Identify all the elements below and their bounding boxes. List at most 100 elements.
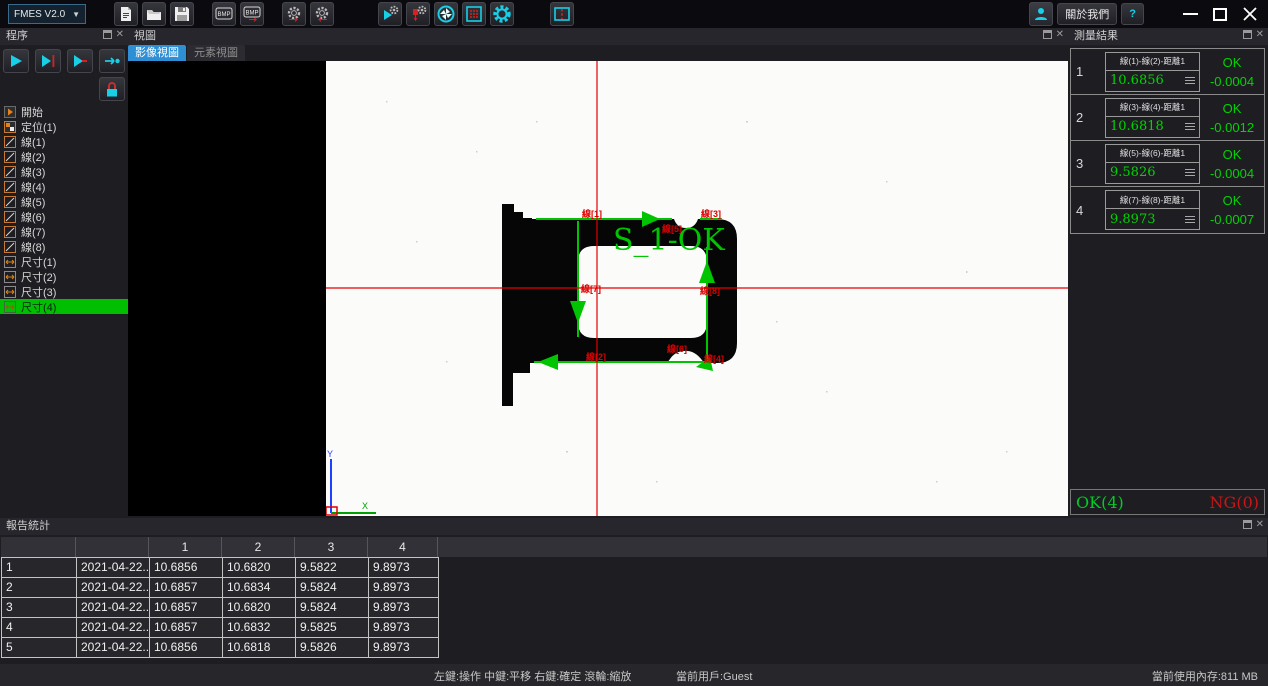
tree-item-line-4[interactable]: 線(4) xyxy=(0,179,128,194)
close-panel-icon[interactable]: ✕ xyxy=(1256,30,1264,39)
result-row[interactable]: 2 線(3)-線(4)-距離1 10.6818 OK -0.0012 xyxy=(1071,95,1264,141)
status-badge: OK xyxy=(1223,147,1242,162)
col-header-2[interactable]: 2 xyxy=(222,537,295,557)
camera-button[interactable] xyxy=(434,2,458,26)
float-panel-icon[interactable] xyxy=(1043,30,1052,39)
col-header-3[interactable]: 3 xyxy=(295,537,368,557)
row-menu-icon[interactable] xyxy=(1185,77,1195,84)
table-row[interactable]: 52021-04-22... 10.685610.6818 9.58269.89… xyxy=(2,638,439,658)
maximize-button[interactable] xyxy=(1206,3,1234,25)
program-panel: 程序 ✕ 開始 定位(1) 線(1) xyxy=(0,28,128,518)
result-row[interactable]: 3 線(5)-線(6)-距離1 9.5826 OK -0.0004 xyxy=(1071,141,1264,187)
help-button[interactable]: ? xyxy=(1121,3,1144,25)
tree-item-line-1[interactable]: 線(1) xyxy=(0,134,128,149)
measurement-name: 線(5)-線(6)-距離1 xyxy=(1106,145,1199,163)
open-file-button[interactable] xyxy=(142,2,166,26)
app-version-dropdown[interactable]: FMES V2.0 ▼ xyxy=(8,4,86,24)
report-panel-header: 報告統計 ✕ xyxy=(0,518,1268,535)
table-row[interactable]: 22021-04-22... 10.685710.6834 9.58249.89… xyxy=(2,578,439,598)
close-panel-icon[interactable]: ✕ xyxy=(1256,520,1264,529)
result-row[interactable]: 1 線(1)-線(2)-距離1 10.6856 OK -0.0004 xyxy=(1071,49,1264,95)
run-button[interactable] xyxy=(3,49,29,73)
status-badge: OK xyxy=(1223,193,1242,208)
load-bmp-button[interactable]: BMP xyxy=(212,2,236,26)
import-params-button[interactable] xyxy=(282,2,306,26)
image-viewport[interactable]: 線[1] 線[2] 線[3] 線[4] 線[5] 線[6] 線[7] 線[8] … xyxy=(128,61,1068,516)
tree-item-dimension-2[interactable]: 尺寸(2) xyxy=(0,269,128,284)
tool-settings-button[interactable] xyxy=(406,2,430,26)
svg-text:BMP: BMP xyxy=(245,11,258,17)
tree-item-locate-1[interactable]: 定位(1) xyxy=(0,119,128,134)
tab-element-view[interactable]: 元素視圖 xyxy=(187,45,245,61)
status-badge: OK xyxy=(1223,101,1242,116)
table-row[interactable]: 12021-04-22... 10.685610.6820 9.58229.89… xyxy=(2,558,439,578)
line-label-3: 線[3] xyxy=(701,208,721,219)
line-tool-icon xyxy=(4,181,16,193)
calibration-board-icon xyxy=(465,5,483,23)
save-bmp-button[interactable]: BMP xyxy=(240,2,264,26)
export-params-icon xyxy=(314,6,330,22)
run-settings-button[interactable] xyxy=(378,2,402,26)
report-panel-title: 報告統計 xyxy=(6,520,50,532)
close-panel-icon[interactable]: ✕ xyxy=(116,30,124,39)
row-menu-icon[interactable] xyxy=(1185,123,1195,130)
calibration-button[interactable] xyxy=(462,2,486,26)
measurement-value: 10.6856 xyxy=(1110,73,1164,88)
deviation-value: -0.0007 xyxy=(1210,212,1254,227)
view-panel: 視圖 ✕ 影像視圖 元素視圖 xyxy=(128,28,1068,518)
row-menu-icon[interactable] xyxy=(1185,169,1195,176)
col-header-4[interactable]: 4 xyxy=(368,537,438,557)
status-badge: OK xyxy=(1223,55,1242,70)
table-row[interactable]: 32021-04-22... 10.685710.6820 9.58249.89… xyxy=(2,598,439,618)
tree-item-dimension-4[interactable]: 尺寸(4) xyxy=(0,299,128,314)
lock-button[interactable] xyxy=(99,77,125,101)
tree-item-line-6[interactable]: 線(6) xyxy=(0,209,128,224)
lock-icon xyxy=(104,81,120,98)
report-table-header: 1 2 3 4 xyxy=(1,537,1267,557)
measurement-name: 線(1)-線(2)-距離1 xyxy=(1106,53,1199,71)
measurement-value: 9.8973 xyxy=(1110,212,1156,227)
float-panel-icon[interactable] xyxy=(1243,520,1252,529)
settings-gear-icon xyxy=(492,4,512,24)
tree-item-line-8[interactable]: 線(8) xyxy=(0,239,128,254)
float-panel-icon[interactable] xyxy=(1243,30,1252,39)
tab-image-view[interactable]: 影像視圖 xyxy=(128,45,186,61)
table-row[interactable]: 42021-04-22... 10.685710.6832 9.58259.89… xyxy=(2,618,439,638)
close-panel-icon[interactable]: ✕ xyxy=(1056,30,1064,39)
axis-y-label: Y xyxy=(327,449,333,459)
app-version-label: FMES V2.0 xyxy=(14,9,65,20)
tree-item-line-7[interactable]: 線(7) xyxy=(0,224,128,239)
measurement-name: 線(7)-線(8)-距離1 xyxy=(1106,191,1199,209)
settings-button[interactable] xyxy=(490,2,514,26)
line-tool-icon xyxy=(4,151,16,163)
col-header-1[interactable]: 1 xyxy=(149,537,222,557)
run-step-button[interactable] xyxy=(67,49,93,73)
tree-item-line-5[interactable]: 線(5) xyxy=(0,194,128,209)
row-menu-icon[interactable] xyxy=(1185,216,1195,223)
tree-item-dimension-1[interactable]: 尺寸(1) xyxy=(0,254,128,269)
user-button[interactable] xyxy=(1029,2,1053,26)
result-row[interactable]: 4 線(7)-線(8)-距離1 9.8973 OK -0.0007 xyxy=(1071,187,1264,233)
tree-item-line-3[interactable]: 線(3) xyxy=(0,164,128,179)
deviation-value: -0.0004 xyxy=(1210,166,1254,181)
close-button[interactable] xyxy=(1236,3,1264,25)
split-view-button[interactable] xyxy=(550,2,574,26)
export-params-button[interactable] xyxy=(310,2,334,26)
tree-item-start[interactable]: 開始 xyxy=(0,104,128,119)
float-panel-icon[interactable] xyxy=(103,30,112,39)
minimize-button[interactable] xyxy=(1176,3,1204,25)
step-into-button[interactable] xyxy=(99,49,125,73)
tree-item-dimension-3[interactable]: 尺寸(3) xyxy=(0,284,128,299)
title-bar: FMES V2.0 ▼ BMP BMP xyxy=(0,0,1268,28)
about-us-button[interactable]: 關於我們 xyxy=(1057,3,1117,25)
save-file-button[interactable] xyxy=(170,2,194,26)
step-into-icon xyxy=(103,53,121,69)
dimension-icon xyxy=(4,286,16,298)
about-us-label: 關於我們 xyxy=(1065,6,1109,22)
new-file-button[interactable] xyxy=(114,2,138,26)
run-once-icon xyxy=(40,53,56,69)
tree-item-line-2[interactable]: 線(2) xyxy=(0,149,128,164)
program-panel-header: 程序 ✕ xyxy=(0,28,128,45)
run-once-button[interactable] xyxy=(35,49,61,73)
line-tool-icon xyxy=(4,241,16,253)
